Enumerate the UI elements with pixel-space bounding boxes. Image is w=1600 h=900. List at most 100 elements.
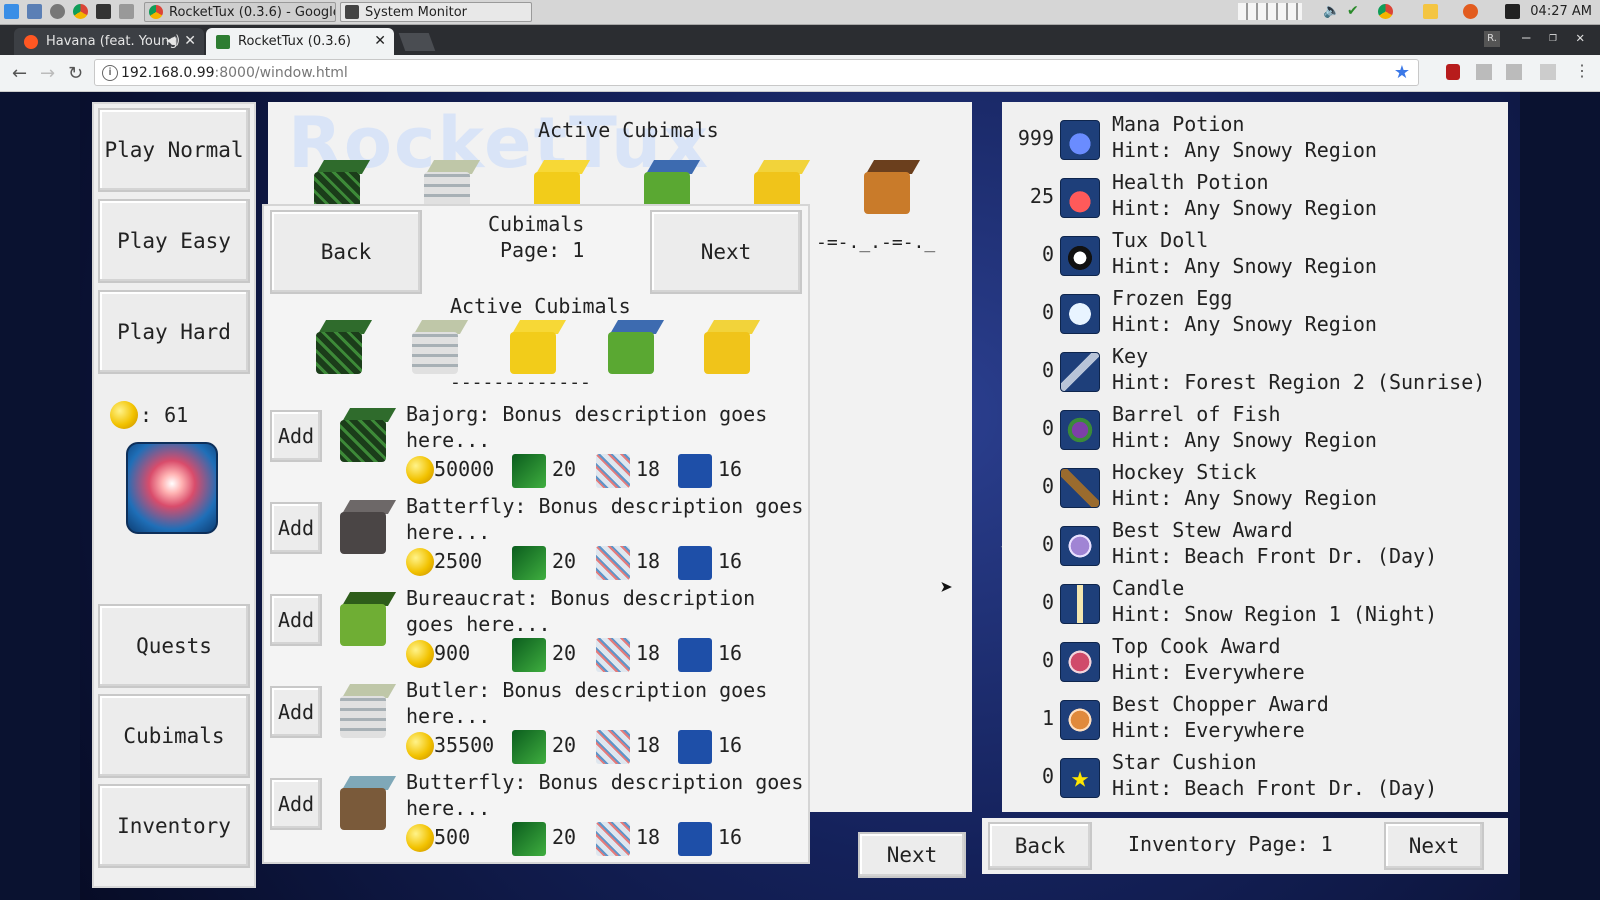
monitor-icon[interactable] [119, 4, 134, 19]
terminal-tray-icon[interactable] [1505, 4, 1520, 19]
forward-arrow-icon[interactable]: → [40, 63, 55, 84]
bookmark-star-icon[interactable]: ★ [1394, 62, 1410, 83]
inventory-button[interactable]: Inventory [98, 784, 250, 868]
chrome-icon[interactable] [73, 4, 88, 19]
extension-icon[interactable] [1476, 64, 1492, 80]
launcher-icon[interactable] [4, 4, 19, 19]
play-hard-button[interactable]: Play Hard [98, 290, 250, 374]
back-arrow-icon[interactable]: ← [12, 63, 27, 84]
taskbar-item-chrome[interactable]: RocketTux (0.3.6) - Google C... [144, 2, 336, 22]
weather-icon[interactable] [1423, 4, 1438, 19]
shield-check-icon[interactable]: ✔ [1347, 3, 1359, 19]
background-next-button[interactable]: Next [858, 832, 966, 878]
settings-icon[interactable] [50, 4, 65, 19]
stat-value: 20 [552, 733, 577, 757]
cubimals-button[interactable]: Cubimals [98, 694, 250, 778]
coin-icon [406, 824, 434, 852]
taskbar-item-system-monitor[interactable]: System Monitor [340, 2, 532, 22]
close-tab-icon[interactable]: ✕ [184, 33, 196, 49]
extension-icon[interactable] [1540, 64, 1556, 80]
cubimal-cost: 900 [434, 641, 471, 665]
desktop-icon[interactable] [27, 4, 42, 19]
extension-icon[interactable] [1506, 64, 1522, 80]
inventory-back-button[interactable]: Back [988, 822, 1092, 870]
cubimal-description: here... [406, 704, 491, 728]
add-cubimal-button[interactable]: Add [270, 502, 322, 554]
add-cubimal-button[interactable]: Add [270, 778, 322, 830]
active-cubimal-slot-1[interactable] [316, 320, 373, 376]
menu-dots-icon[interactable]: ⋮ [1574, 61, 1590, 80]
inventory-row[interactable]: 0 Barrel of Fish Hint: Any Snowy Region [1002, 400, 1502, 458]
inventory-row[interactable]: 0 Hockey Stick Hint: Any Snowy Region [1002, 458, 1502, 516]
item-count: 0 [1041, 474, 1054, 498]
cubimal-row-bureaucrat: Add Bureaucrat: Bonus description goes h… [264, 586, 808, 678]
inventory-row[interactable]: 0 ★ Star Cushion Hint: Beach Front Dr. (… [1002, 748, 1502, 806]
browser-tab-strip: Havana (feat. Young ◀) ✕ RocketTux (0.3.… [0, 25, 1600, 55]
item-name: Health Potion [1112, 170, 1269, 194]
inventory-row[interactable]: 0 Frozen Egg Hint: Any Snowy Region [1002, 284, 1502, 342]
red-potion-icon [1060, 178, 1100, 218]
close-window-icon[interactable]: ✕ [1576, 30, 1584, 46]
inventory-row[interactable]: 0 Top Cook Award Hint: Everywhere [1002, 632, 1502, 690]
inventory-row[interactable]: 0 Tux Doll Hint: Any Snowy Region [1002, 226, 1502, 284]
info-icon[interactable]: i [102, 65, 118, 81]
terminal-icon[interactable] [96, 4, 111, 19]
profile-button[interactable]: R. [1484, 31, 1500, 47]
address-bar[interactable]: i 192.168.0.99:8000/window.html ★ [94, 59, 1419, 86]
play-normal-button[interactable]: Play Normal [98, 108, 250, 192]
volume-icon[interactable]: 🔈 [1323, 3, 1340, 19]
cubimal-description: goes here... [406, 612, 551, 636]
item-hint: Hint: Everywhere [1112, 718, 1305, 742]
cubimals-next-button[interactable]: Next [650, 210, 802, 294]
inventory-row[interactable]: 0 Best Stew Award Hint: Beach Front Dr. … [1002, 516, 1502, 574]
bajorg-icon [340, 408, 397, 464]
firefox-icon[interactable] [1463, 4, 1478, 19]
speaker-icon[interactable]: ◀) [166, 33, 180, 47]
inventory-next-button[interactable]: Next [1384, 822, 1484, 870]
item-hint: Hint: Forest Region 2 (Sunrise) [1112, 370, 1486, 394]
close-tab-icon[interactable]: ✕ [374, 33, 386, 49]
stat-value: 18 [636, 457, 661, 481]
mouse-cursor-icon: ➤ [940, 576, 954, 601]
tab-havana[interactable]: Havana (feat. Young ◀) ✕ [14, 28, 204, 55]
player-avatar[interactable] [126, 442, 218, 534]
active-cubimals-title: Active Cubimals [450, 294, 631, 318]
nitrogen-icon [512, 638, 546, 672]
chrome-tray-icon[interactable] [1378, 4, 1393, 19]
cubimal-row-batterfly: Add Batterfly: Bonus description goes he… [264, 494, 808, 586]
item-hint: Hint: Any Snowy Region [1112, 138, 1377, 162]
active-cubimal-slot-3[interactable] [510, 320, 567, 376]
cubimals-back-button[interactable]: Back [270, 210, 422, 294]
new-tab-button[interactable] [398, 33, 436, 51]
coin-icon [406, 732, 434, 760]
add-cubimal-button[interactable]: Add [270, 686, 322, 738]
active-cubimal-slot-4[interactable] [608, 320, 665, 376]
add-cubimal-button[interactable]: Add [270, 410, 322, 462]
inventory-row[interactable]: 1 Best Chopper Award Hint: Everywhere [1002, 690, 1502, 748]
minimize-icon[interactable]: – [1522, 30, 1530, 46]
inventory-row[interactable]: 999 Mana Potion Hint: Any Snowy Region [1002, 110, 1502, 168]
inventory-row[interactable]: 0 Candle Hint: Snow Region 1 (Night) [1002, 574, 1502, 632]
coin-count: : 61 [140, 403, 189, 427]
url-host: 192.168.0.99 [121, 64, 215, 81]
add-cubimal-button[interactable]: Add [270, 594, 322, 646]
item-count: 1 [1041, 706, 1054, 730]
inventory-row[interactable]: 25 Health Potion Hint: Any Snowy Region [1002, 168, 1502, 226]
tab-rockettux[interactable]: RocketTux (0.3.6) ✕ [206, 28, 394, 55]
active-cubimal-slot-2[interactable] [412, 320, 469, 376]
inventory-row[interactable]: 0 Key Hint: Forest Region 2 (Sunrise) [1002, 342, 1502, 400]
reload-icon[interactable]: ↻ [68, 63, 83, 84]
active-cubimal-slot-5[interactable] [704, 320, 761, 376]
bureaucrat-icon [340, 592, 397, 648]
restore-icon[interactable]: ❐ [1549, 30, 1557, 45]
item-name: Frozen Egg [1112, 286, 1233, 310]
cubimal-description: here... [406, 520, 491, 544]
quests-button[interactable]: Quests [98, 604, 250, 688]
item-hint: Hint: Snow Region 1 (Night) [1112, 602, 1438, 626]
play-easy-button[interactable]: Play Easy [98, 199, 250, 283]
cubimal-fox[interactable] [864, 160, 921, 216]
ublock-icon[interactable] [1446, 64, 1460, 80]
stat-value: 20 [552, 457, 577, 481]
cubimal-row-butterfly: Add Butterfly: Bonus description goes he… [264, 770, 808, 862]
os-taskbar: RocketTux (0.3.6) - Google C... System M… [0, 0, 1600, 25]
